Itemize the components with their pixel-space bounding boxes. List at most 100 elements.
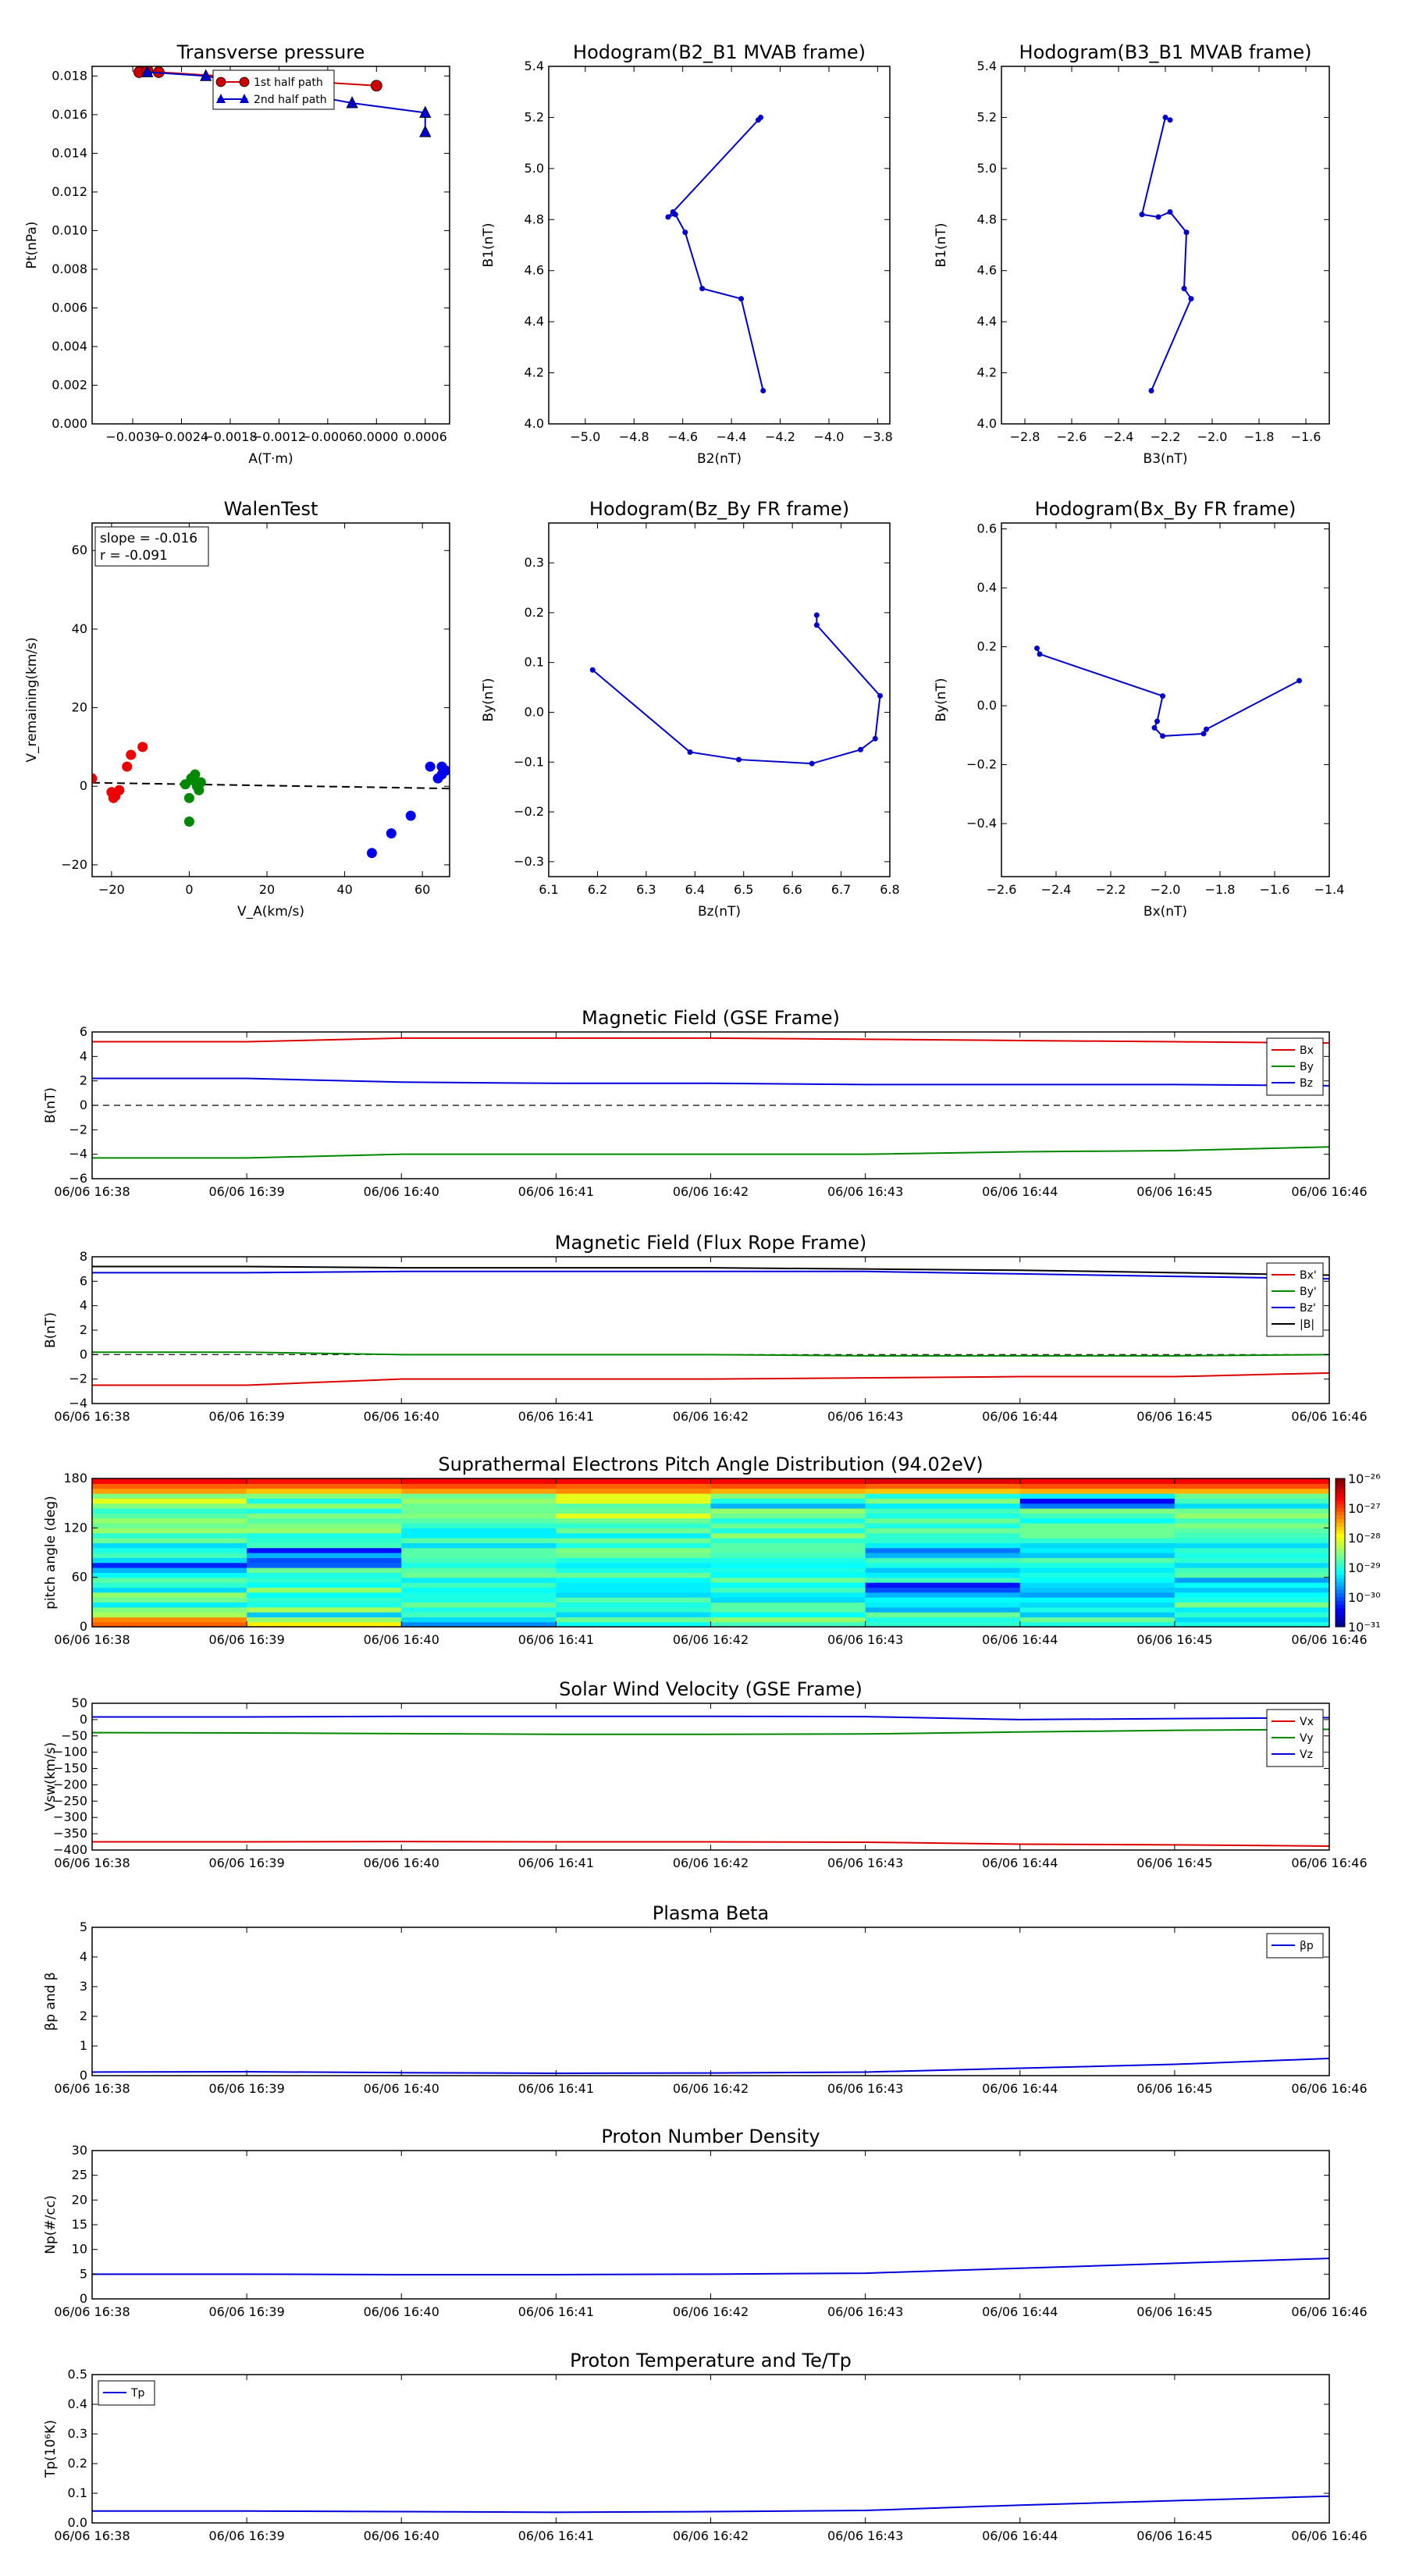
colorbar-step	[1336, 1504, 1345, 1509]
plot-area	[92, 1265, 1329, 1386]
x-tick-label: 6.7	[831, 882, 851, 897]
legend-label: Bx'	[1300, 1269, 1317, 1282]
x-tick-label: −1.6	[1291, 429, 1321, 444]
y-tick-label: −350	[53, 1826, 87, 1841]
heatmap-cell	[401, 1572, 557, 1578]
y-tick-label: 0	[80, 1098, 87, 1112]
chart-title: Hodogram(Bz_By FR frame)	[589, 498, 849, 520]
heatmap-cell	[247, 1488, 402, 1494]
x-tick-label: −4.0	[814, 429, 845, 444]
heatmap-cell	[92, 1498, 247, 1504]
chart-title: Suprathermal Electrons Pitch Angle Distr…	[438, 1453, 983, 1475]
heatmap-cell	[1019, 1602, 1176, 1608]
heatmap-cell	[92, 1538, 247, 1543]
heatmap-cell	[247, 1528, 402, 1534]
heatmap-cell	[1174, 1592, 1330, 1598]
y-tick-label: 4.6	[525, 263, 544, 278]
heatmap-cell	[92, 1503, 247, 1509]
heatmap-cell	[401, 1567, 557, 1573]
y-tick-label: −20	[61, 857, 87, 872]
heatmap-cell	[401, 1523, 557, 1528]
x-tick-label: 06/06 16:38	[54, 2528, 130, 2543]
y-tick-label: 5.2	[525, 109, 544, 124]
y-tick-label: 0.2	[525, 605, 544, 620]
x-tick-label: 06/06 16:46	[1291, 2304, 1367, 2319]
data-point	[1297, 678, 1302, 684]
legend-label: By	[1300, 1061, 1314, 1073]
x-tick-label: 06/06 16:39	[208, 1184, 284, 1199]
chart-panel-6: BxByBz−6−4−2024606/06 16:38 06/06 16:39 06…	[43, 1007, 1368, 1199]
heatmap-cell	[401, 1528, 557, 1534]
data-point	[183, 817, 194, 827]
y-tick-label: 60	[72, 543, 87, 557]
heatmap-cell	[401, 1508, 557, 1514]
x-axis-label: Bx(nT)	[1144, 904, 1187, 920]
heatmap-cell	[1019, 1508, 1176, 1514]
heatmap-cell	[1019, 1478, 1176, 1484]
heatmap-cell	[401, 1542, 557, 1549]
data-point	[699, 286, 706, 292]
data-point	[195, 777, 206, 788]
heatmap-cell	[1174, 1503, 1330, 1509]
heatmap-cell	[1019, 1498, 1176, 1504]
colorbar-step	[1336, 1515, 1345, 1520]
heatmap-cell	[865, 1553, 1021, 1558]
colorbar-step	[1336, 1523, 1345, 1528]
series-line	[667, 116, 764, 391]
y-tick-label: −2	[69, 1122, 87, 1137]
heatmap-cell	[401, 1617, 557, 1623]
chart-panel-10: βp01234506/06 16:38 06/06 16:39 06/06 16:4…	[43, 1902, 1368, 2096]
colorbar-step	[1336, 1600, 1345, 1605]
y-axis-label: B(nT)	[43, 1312, 59, 1348]
legend-label: Vz	[1300, 1749, 1313, 1761]
x-tick-label: −2.6	[1057, 429, 1087, 444]
heatmap-cell	[865, 1523, 1021, 1528]
heatmap-cell	[710, 1612, 866, 1617]
chart-panel-11: 05101520253006/06 16:38 06/06 16:39 06/06 …	[43, 2126, 1368, 2319]
heatmap-cell	[401, 1587, 557, 1593]
fit-line	[92, 781, 450, 790]
data-point	[405, 810, 416, 821]
x-axis-label: B3(nT)	[1144, 451, 1188, 467]
y-tick-label: 5.4	[977, 59, 997, 73]
heatmap-cell	[556, 1592, 712, 1598]
legend-label: βp	[1300, 1940, 1314, 1952]
heatmap-cell	[1174, 1493, 1330, 1499]
heatmap-cell	[247, 1508, 402, 1514]
y-tick-label: −0.1	[514, 754, 544, 769]
heatmap-cell	[710, 1498, 866, 1504]
heatmap-cell	[1174, 1547, 1330, 1553]
x-tick-label: 60	[414, 882, 430, 897]
y-tick-label: 4.0	[525, 416, 544, 431]
colorbar-step	[1336, 1511, 1345, 1516]
heatmap-cell	[1019, 1513, 1176, 1519]
colorbar-step	[1336, 1508, 1345, 1513]
chart-title: Proton Number Density	[601, 2126, 820, 2147]
y-tick-label: 0.0	[525, 704, 544, 719]
x-tick-label: 06/06 16:38	[54, 1409, 130, 1424]
heatmap-cell	[710, 1567, 866, 1573]
heatmap-cell	[865, 1498, 1021, 1504]
heatmap-cell	[1174, 1478, 1330, 1484]
heatmap-cell	[247, 1523, 402, 1528]
y-tick-label: 6	[80, 1273, 87, 1288]
y-tick-label: 120	[63, 1520, 87, 1535]
heatmap-cell	[865, 1538, 1021, 1543]
y-tick-label: 40	[72, 621, 87, 636]
heatmap-cell	[401, 1553, 557, 1558]
x-tick-label: −1.6	[1260, 882, 1290, 897]
colorbar-step	[1336, 1526, 1345, 1531]
data-point	[370, 80, 382, 92]
heatmap-cell	[401, 1606, 557, 1613]
heatmap-cell	[556, 1538, 712, 1543]
x-tick-label: 06/06 16:42	[673, 1184, 749, 1199]
heatmap-cell	[710, 1483, 866, 1489]
series-line	[92, 2495, 1329, 2514]
heatmap-cell	[92, 1493, 247, 1499]
y-tick-label: 0.006	[52, 300, 87, 315]
x-tick-label: 06/06 16:41	[518, 1856, 594, 1870]
heatmap-cell	[865, 1597, 1021, 1603]
heatmap-cell	[865, 1612, 1021, 1617]
heatmap-cell	[556, 1493, 712, 1499]
y-tick-label: −0.3	[514, 854, 544, 869]
